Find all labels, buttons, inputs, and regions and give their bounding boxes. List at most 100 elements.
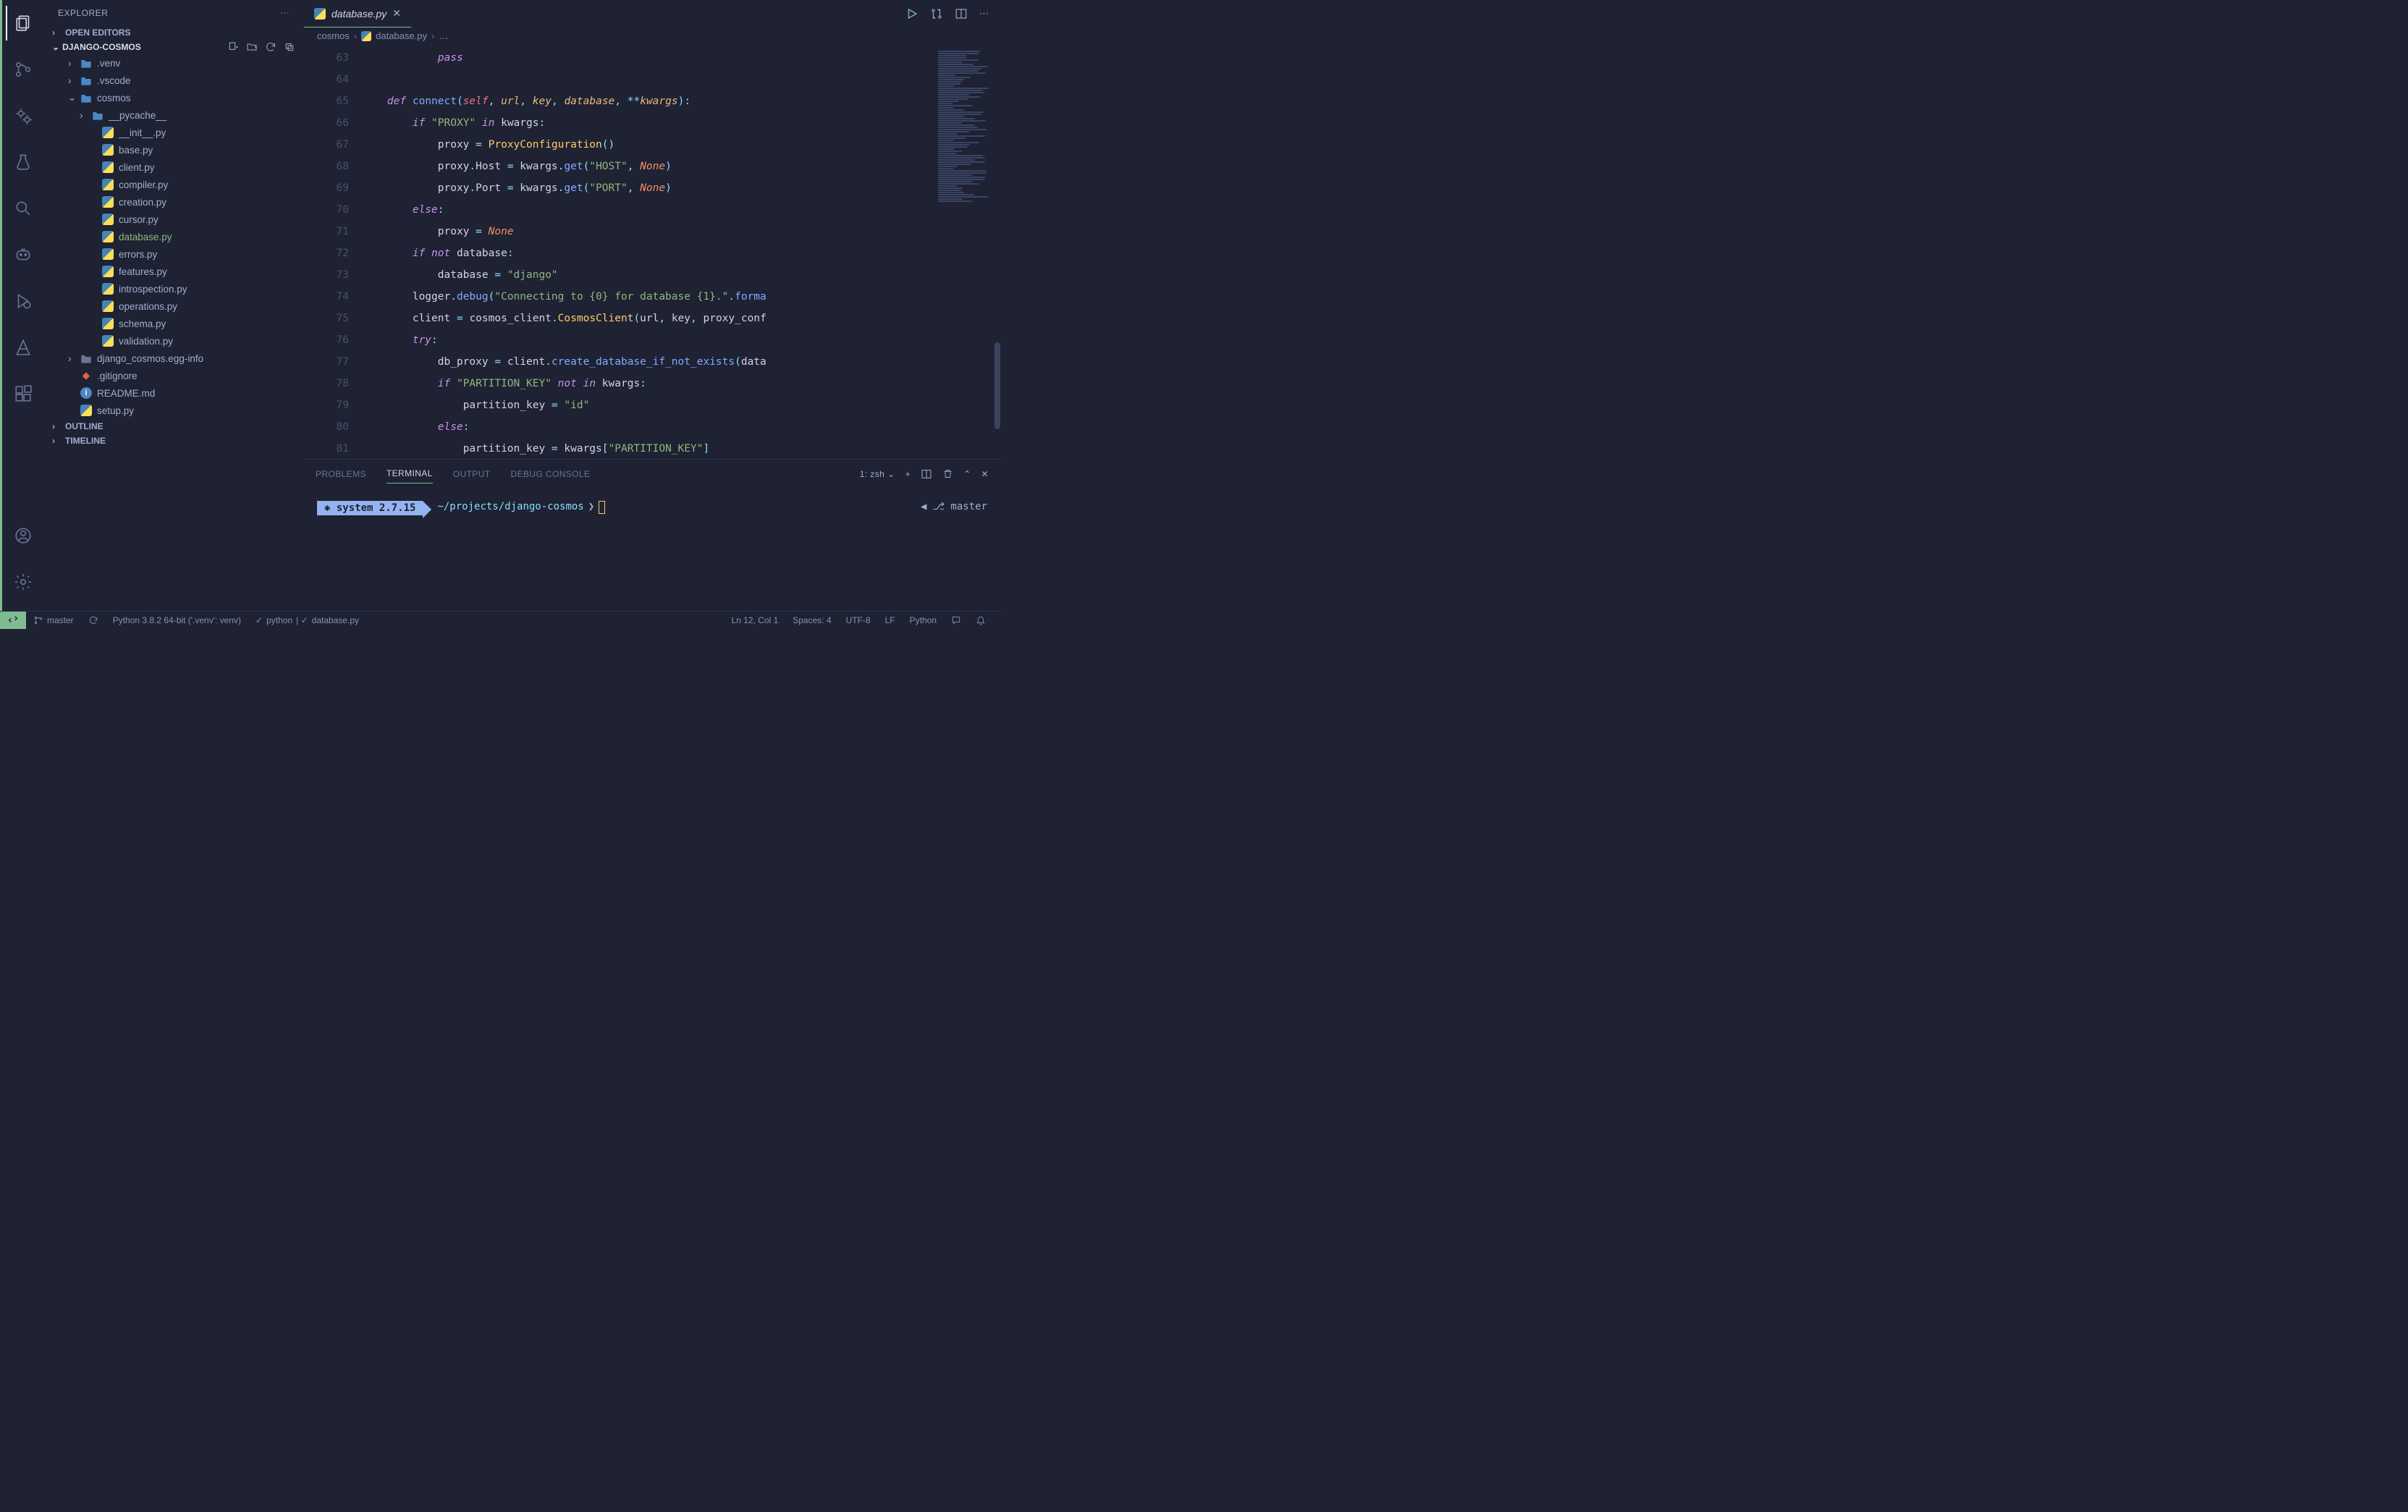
breadcrumb-file[interactable]: database.py	[376, 30, 427, 41]
split-editor-icon[interactable]	[955, 7, 968, 20]
python-icon	[101, 126, 114, 139]
status-feedback-icon[interactable]	[944, 615, 968, 625]
folder--venv[interactable]: ›.venv	[48, 54, 304, 72]
tab-database-py[interactable]: database.py ✕	[304, 0, 411, 28]
file-label: schema.py	[119, 318, 166, 329]
folder-django-cosmos-egg-info[interactable]: ›django_cosmos.egg-info	[48, 350, 304, 367]
close-panel-icon[interactable]: ✕	[981, 469, 989, 479]
timeline-section[interactable]: ›TIMELINE	[43, 434, 304, 448]
status-spaces[interactable]: Spaces: 4	[785, 615, 838, 625]
outline-label: OUTLINE	[65, 421, 103, 431]
status-interpreter[interactable]: Python 3.8.2 64-bit ('.venv': venv)	[106, 615, 248, 625]
run-icon[interactable]	[905, 7, 918, 20]
gear-icon[interactable]	[6, 565, 41, 599]
workspace-header[interactable]: ⌄ DJANGO-COSMOS	[43, 40, 304, 54]
split-terminal-icon[interactable]	[921, 468, 932, 480]
extensions-icon[interactable]	[6, 376, 41, 411]
file-cursor-py[interactable]: cursor.py	[48, 211, 304, 228]
folder---pycache--[interactable]: ›__pycache__	[48, 106, 304, 124]
status-encoding[interactable]: UTF-8	[839, 615, 878, 625]
account-icon[interactable]	[6, 518, 41, 553]
code-area[interactable]: pass def connect(self, url, key, databas…	[362, 46, 935, 459]
git-compare-icon[interactable]	[930, 7, 943, 20]
status-bell-icon[interactable]	[968, 615, 993, 625]
folder-icon	[91, 109, 104, 122]
breadcrumb-more[interactable]: …	[439, 30, 448, 41]
file--gitignore[interactable]: ◆.gitignore	[48, 367, 304, 384]
file-label: database.py	[119, 232, 172, 242]
file---init---py[interactable]: __init__.py	[48, 124, 304, 141]
status-lang[interactable]: Python	[903, 615, 944, 625]
minimap[interactable]	[935, 46, 1000, 459]
file-schema-py[interactable]: schema.py	[48, 315, 304, 332]
new-terminal-icon[interactable]: +	[905, 469, 911, 479]
panel-tab-problems[interactable]: PROBLEMS	[316, 465, 366, 483]
file-errors-py[interactable]: errors.py	[48, 245, 304, 263]
status-eol[interactable]: LF	[878, 615, 903, 625]
testing-icon[interactable]	[6, 145, 41, 180]
search-icon[interactable]	[6, 191, 41, 226]
chevron-up-icon[interactable]: ⌃	[963, 469, 971, 479]
python-icon	[101, 317, 114, 330]
file-readme-md[interactable]: iREADME.md	[48, 384, 304, 402]
minimap-scrollbar[interactable]	[994, 342, 1000, 429]
folder--vscode[interactable]: ›.vscode	[48, 72, 304, 89]
file-database-py[interactable]: database.py	[48, 228, 304, 245]
terminal[interactable]: ✱ system 2.7.15 ~/projects/django-cosmos…	[304, 483, 1000, 611]
status-cursor[interactable]: Ln 12, Col 1	[724, 615, 786, 625]
file-client-py[interactable]: client.py	[48, 159, 304, 176]
file-validation-py[interactable]: validation.py	[48, 332, 304, 350]
azure-icon[interactable]	[6, 330, 41, 365]
breadcrumb[interactable]: cosmos › database.py › …	[304, 28, 1000, 46]
file-compiler-py[interactable]: compiler.py	[48, 176, 304, 193]
open-editors-label: OPEN EDITORS	[65, 28, 130, 38]
file-tree: ›.venv›.vscode⌄cosmos›__pycache____init_…	[43, 54, 304, 419]
python-icon	[101, 300, 114, 313]
terminal-selector[interactable]: 1: zsh ⌄	[860, 469, 895, 479]
panel-tab-debug[interactable]: DEBUG CONSOLE	[511, 465, 591, 483]
trash-icon[interactable]	[942, 468, 953, 479]
python-icon	[101, 282, 114, 295]
collapse-icon[interactable]	[284, 41, 295, 53]
activity-bar	[0, 0, 43, 611]
folder-icon	[80, 91, 93, 104]
sidebar-more-icon[interactable]: ⋯	[281, 8, 290, 18]
explorer-icon[interactable]	[6, 6, 41, 41]
prompt-branch: ◀ ⎇ master	[921, 501, 987, 512]
panel-tab-terminal[interactable]: TERMINAL	[386, 464, 433, 483]
file-label: base.py	[119, 145, 153, 156]
python-icon	[101, 161, 114, 174]
file-features-py[interactable]: features.py	[48, 263, 304, 280]
remote-indicator[interactable]	[0, 612, 26, 629]
copilot-icon[interactable]	[6, 237, 41, 272]
refresh-icon[interactable]	[265, 41, 276, 53]
timeline-label: TIMELINE	[65, 436, 106, 446]
file-setup-py[interactable]: setup.py	[48, 402, 304, 419]
file-label: __pycache__	[109, 110, 166, 121]
status-diagnostics[interactable]: ✓ python | ✓ database.py	[248, 615, 366, 625]
file-base-py[interactable]: base.py	[48, 141, 304, 159]
folder-icon	[80, 352, 93, 365]
python-icon	[361, 31, 371, 41]
new-folder-icon[interactable]	[246, 41, 258, 53]
editor[interactable]: 63646566676869707172737475767778798081 p…	[304, 46, 1000, 459]
close-tab-icon[interactable]: ✕	[392, 7, 401, 20]
status-branch[interactable]: master	[26, 615, 81, 625]
panel-tab-output[interactable]: OUTPUT	[453, 465, 491, 483]
file-introspection-py[interactable]: introspection.py	[48, 280, 304, 297]
settings-group-icon[interactable]	[6, 98, 41, 133]
new-file-icon[interactable]	[227, 41, 239, 53]
folder-cosmos[interactable]: ⌄cosmos	[48, 89, 304, 106]
open-editors-section[interactable]: › OPEN EDITORS	[43, 25, 304, 40]
source-control-icon[interactable]	[6, 52, 41, 87]
more-icon[interactable]: ⋯	[979, 8, 989, 20]
sidebar-title: EXPLORER	[58, 8, 108, 18]
status-sync-icon[interactable]	[81, 615, 106, 625]
run-debug-icon[interactable]	[6, 284, 41, 318]
file-label: creation.py	[119, 197, 166, 208]
breadcrumb-folder[interactable]: cosmos	[317, 30, 350, 41]
file-operations-py[interactable]: operations.py	[48, 297, 304, 315]
file-label: client.py	[119, 162, 155, 173]
file-creation-py[interactable]: creation.py	[48, 193, 304, 211]
outline-section[interactable]: ›OUTLINE	[43, 419, 304, 434]
